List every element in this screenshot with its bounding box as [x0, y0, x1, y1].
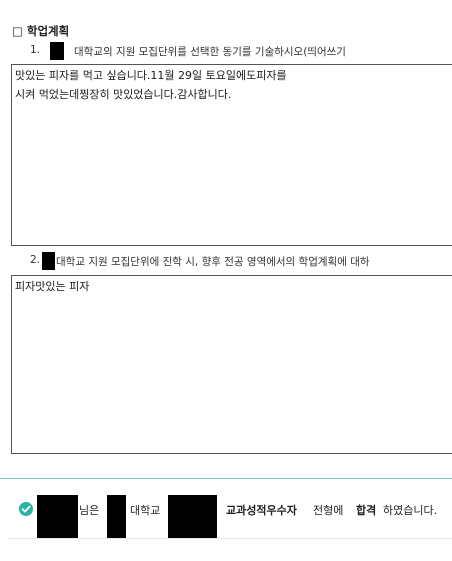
question-1-number: 1.: [30, 44, 41, 56]
result-text-4: 전형에: [313, 504, 344, 517]
result-text-1: 님은: [79, 504, 100, 517]
answer-1-line: 시켜 먹었는데찡장히 맛있었습니다.감사합니다.: [15, 88, 232, 101]
question-2-text: 대학교 지원 모집단위에 진학 시, 향후 전공 영역에서의 학업계획에 대하: [56, 256, 370, 268]
result-text-6: 하였습니다.: [383, 504, 438, 517]
redaction-block: [107, 495, 126, 538]
redaction-block: [168, 495, 217, 538]
divider: [0, 478, 452, 479]
divider: [8, 538, 452, 539]
result-pass: 합격: [356, 504, 377, 517]
section-heading: □ 학업계획: [12, 24, 70, 38]
answer-1-line: 맛있는 피자를 먹고 싶습니다.11월 29일 토요일에도피자를: [15, 69, 287, 82]
redaction-block: [42, 252, 55, 270]
answer-1-textarea[interactable]: 맛있는 피자를 먹고 싶습니다.11월 29일 토요일에도피자를 시켜 먹었는데…: [11, 64, 452, 246]
result-text-2: 대학교: [130, 504, 161, 517]
answer-2-line: 피자맛있는 피자: [15, 280, 90, 293]
question-1-text: 대학교의 지원 모집단위를 선택한 동기를 기술하시오(띄어쓰기: [74, 46, 346, 58]
redaction-block: [37, 495, 78, 538]
result-admission-type: 교과성적우수자: [226, 504, 297, 517]
answer-2-textarea[interactable]: 피자맛있는 피자: [11, 275, 452, 454]
check-circle-icon: [19, 502, 33, 516]
question-2-number: 2.: [30, 254, 41, 266]
redaction-block: [50, 42, 64, 60]
